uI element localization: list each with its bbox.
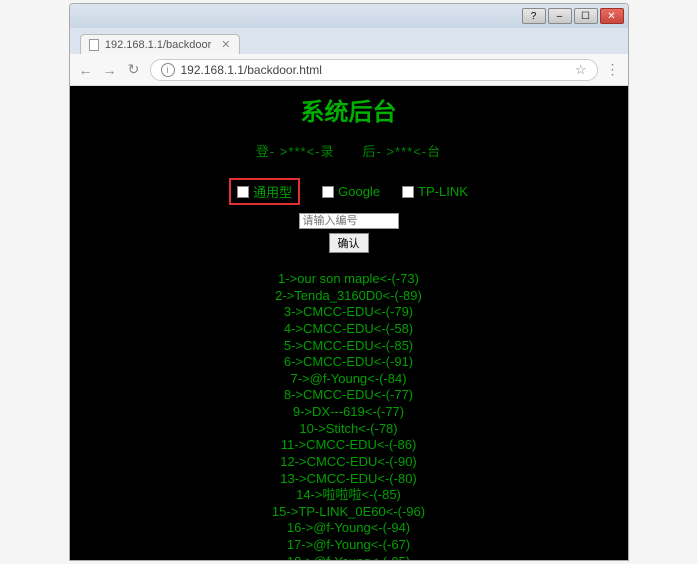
mode-checkbox-row: 通用型 Google TP-LINK [70,178,628,205]
list-item: 7->@f-Young<-(-84) [70,371,628,388]
list-item: 12->CMCC-EDU<-(-90) [70,454,628,471]
tab-strip: 192.168.1.1/backdoor ✕ [70,28,628,54]
number-input[interactable] [299,213,399,229]
login-status: 登- >***<-录 后- >***<-台 [70,141,628,160]
checkbox-icon[interactable] [237,186,249,198]
window-close-button[interactable]: ✕ [600,8,624,24]
page-title: 系统后台 [70,92,628,127]
list-item: 11->CMCC-EDU<-(-86) [70,437,628,454]
network-list: 1->our son maple<-(-73) 2->Tenda_3160D0<… [70,271,628,560]
checkbox-icon[interactable] [322,186,334,198]
confirm-button[interactable]: 确认 [329,233,369,253]
tab-title: 192.168.1.1/backdoor [105,39,211,51]
browser-menu-icon[interactable]: ⋮ [606,61,620,78]
mode-google[interactable]: Google [322,184,380,199]
list-item: 15->TP-LINK_0E60<-(-96) [70,504,628,521]
checkbox-icon[interactable] [402,186,414,198]
list-item: 5->CMCC-EDU<-(-85) [70,338,628,355]
reload-icon[interactable]: ↻ [126,61,142,78]
mode-tplink-label: TP-LINK [418,184,468,199]
list-item: 18->@f-Young<-(-85) [70,554,628,560]
list-item: 1->our son maple<-(-73) [70,271,628,288]
window-help-button[interactable]: ? [522,8,546,24]
page-content: 系统后台 登- >***<-录 后- >***<-台 通用型 Google TP… [70,86,628,560]
list-item: 8->CMCC-EDU<-(-77) [70,387,628,404]
list-item: 17->@f-Young<-(-67) [70,537,628,554]
titlebar: ? – ☐ ✕ [70,4,628,28]
mode-generic[interactable]: 通用型 [229,178,300,205]
tab-favicon-icon [89,39,99,51]
tab-close-icon[interactable]: ✕ [221,38,230,51]
browser-tab[interactable]: 192.168.1.1/backdoor ✕ [80,34,240,54]
list-item: 9->DX---619<-(-77) [70,404,628,421]
window-maximize-button[interactable]: ☐ [574,8,598,24]
list-item: 4->CMCC-EDU<-(-58) [70,321,628,338]
list-item: 6->CMCC-EDU<-(-91) [70,354,628,371]
address-bar: ← → ↻ i 192.168.1.1/backdoor.html ☆ ⋮ [70,54,628,86]
back-icon[interactable]: ← [78,62,94,78]
url-text: 192.168.1.1/backdoor.html [181,63,322,77]
browser-window: ? – ☐ ✕ 192.168.1.1/backdoor ✕ ← → ↻ i 1… [69,3,629,561]
window-minimize-button[interactable]: – [548,8,572,24]
list-item: 16->@f-Young<-(-94) [70,520,628,537]
url-input[interactable]: i 192.168.1.1/backdoor.html ☆ [150,59,598,81]
forward-icon[interactable]: → [102,62,118,78]
list-item: 14->啦啦啦<-(-85) [70,487,628,504]
bookmark-star-icon[interactable]: ☆ [575,62,587,78]
site-info-icon[interactable]: i [161,63,175,77]
mode-tplink[interactable]: TP-LINK [402,184,468,199]
list-item: 3->CMCC-EDU<-(-79) [70,304,628,321]
mode-google-label: Google [338,184,380,199]
list-item: 2->Tenda_3160D0<-(-89) [70,288,628,305]
list-item: 10->Stitch<-(-78) [70,421,628,438]
mode-generic-label: 通用型 [253,182,292,201]
list-item: 13->CMCC-EDU<-(-80) [70,471,628,488]
